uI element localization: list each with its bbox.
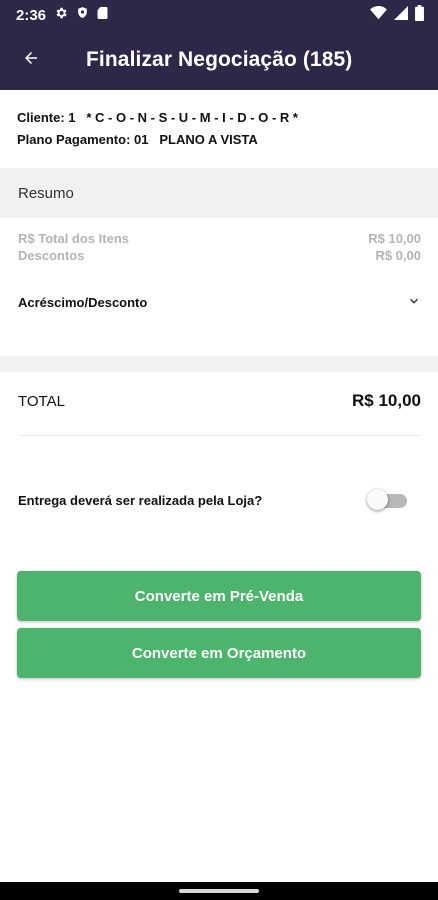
convert-quote-button[interactable]: Converte em Orçamento (17, 628, 421, 678)
chevron-down-icon (407, 294, 421, 311)
convert-pre-sale-label: Converte em Pré-Venda (134, 587, 304, 605)
total-value: R$ 10,00 (352, 391, 421, 410)
summary-section-header: Resumo (0, 168, 438, 218)
client-name: * C - O - N - S - U - M - I - D - O - R … (86, 110, 298, 125)
delivery-row: Entrega deverá ser realizada pela Loja? (18, 486, 409, 514)
payment-plan-name: PLANO A VISTA (159, 132, 258, 147)
convert-pre-sale-button[interactable]: Converte em Pré-Venda (17, 571, 421, 621)
items-total-row: R$ Total dos Itens R$ 10,00 (18, 231, 421, 246)
delivery-label: Entrega deverá ser realizada pela Loja? (18, 492, 263, 508)
divider (18, 435, 421, 436)
delivery-toggle[interactable] (367, 487, 409, 513)
status-bar: 2:36 (0, 0, 438, 30)
discounts-row: Descontos R$ 0,00 (18, 248, 421, 263)
battery-icon (415, 4, 424, 26)
discounts-label: Descontos (18, 248, 85, 263)
discounts-value: R$ 0,00 (375, 248, 421, 263)
payment-plan-label: Plano Pagamento: 01 (17, 132, 149, 147)
status-time: 2:36 (16, 6, 47, 24)
summary-header-label: Resumo (18, 184, 74, 202)
items-total-label: R$ Total dos Itens (18, 231, 129, 246)
section-separator (0, 356, 438, 372)
gear-icon (54, 6, 68, 25)
app-bar: Finalizar Negociação (185) (0, 30, 438, 90)
client-label: Cliente: 1 (17, 110, 76, 125)
convert-quote-label: Converte em Orçamento (131, 644, 307, 662)
system-nav-bar (0, 882, 438, 900)
total-label: TOTAL (18, 392, 65, 410)
toggle-thumb (367, 489, 388, 510)
arrow-left-icon (22, 49, 40, 72)
client-info: Cliente: 1 * C - O - N - S - U - M - I -… (17, 107, 298, 151)
gesture-handle[interactable] (179, 889, 259, 893)
signal-icon (394, 5, 408, 25)
items-total-value: R$ 10,00 (368, 231, 421, 246)
adjustment-label: Acréscimo/Desconto (18, 294, 148, 310)
shield-icon (76, 5, 89, 25)
wifi-icon (370, 5, 387, 25)
back-button[interactable] (0, 30, 62, 90)
page-title: Finalizar Negociação (185) (86, 48, 353, 71)
sim-card-icon (97, 6, 108, 25)
adjustment-dropdown[interactable]: Acréscimo/Desconto (18, 290, 421, 314)
total-row: TOTAL R$ 10,00 (18, 388, 421, 414)
